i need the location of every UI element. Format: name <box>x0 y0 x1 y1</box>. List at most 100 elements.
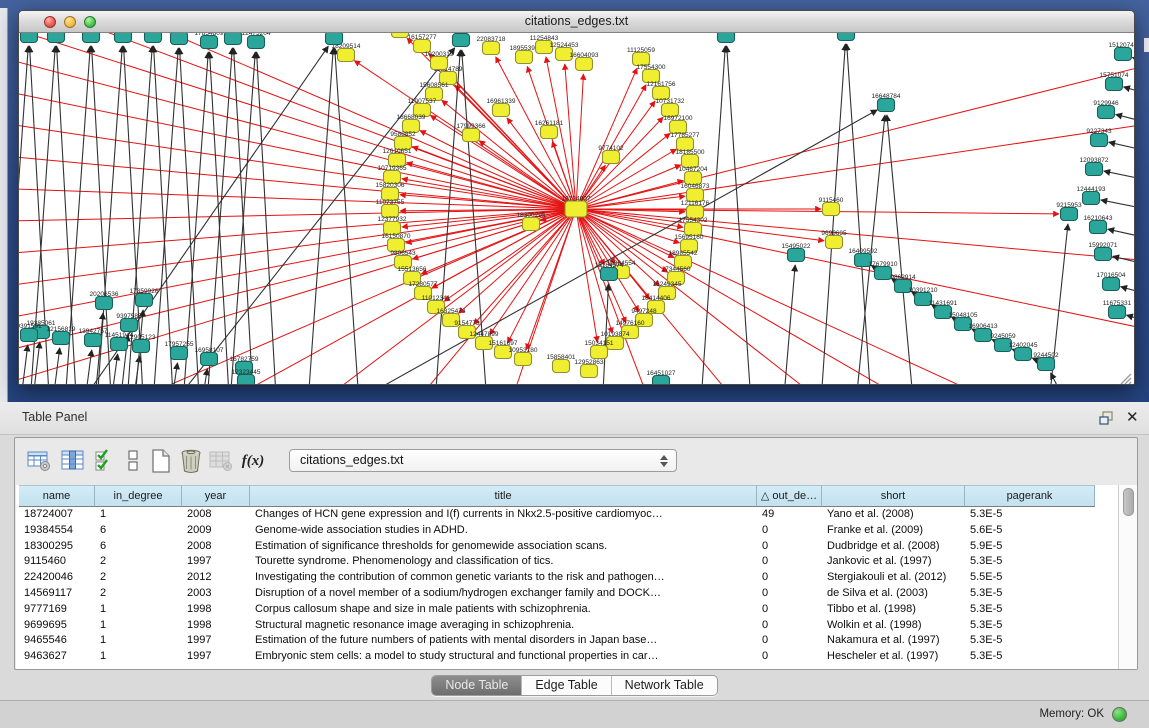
network-node[interactable]: 15751074 <box>1100 72 1129 91</box>
network-node[interactable]: 16210643 <box>1084 215 1113 234</box>
network-node[interactable]: 11125059 <box>627 47 655 66</box>
table-row[interactable]: 946554611997Estimation of the future num… <box>19 633 1095 649</box>
network-node[interactable]: 16958107 <box>195 347 224 366</box>
network-node[interactable]: 9397587 <box>116 313 142 332</box>
column-header-in_degree[interactable]: in_degree <box>95 485 182 507</box>
network-node[interactable]: 8813054 <box>833 33 859 41</box>
table-row[interactable]: 946362711997Embryonic stem cells: a mode… <box>19 649 1095 665</box>
column-header-pagerank[interactable]: pagerank <box>965 485 1095 507</box>
table-row[interactable]: 1830029562008Estimation of significance … <box>19 539 1095 555</box>
network-node-label: 9699695 <box>821 230 847 237</box>
network-node[interactable]: 12093872 <box>1080 157 1109 176</box>
network-node[interactable]: 18668039 <box>397 114 426 133</box>
network-node-label: 17999366 <box>457 123 486 130</box>
network-node[interactable]: 16604093 <box>570 52 599 71</box>
network-node[interactable]: 8540601 <box>166 33 192 45</box>
column-header-year[interactable]: year <box>182 485 250 507</box>
network-node[interactable]: 11073755 <box>376 199 405 218</box>
network-node[interactable]: 9699695 <box>821 230 847 249</box>
network-node-label: 16249345 <box>653 281 682 288</box>
network-node[interactable]: 20691406 <box>77 33 106 43</box>
tab-network-table[interactable]: Network Table <box>612 676 717 695</box>
network-node[interactable]: 18955396 <box>510 45 539 64</box>
network-node[interactable]: 12952863 <box>575 359 604 378</box>
delete-column-icon[interactable] <box>177 447 205 475</box>
table-row[interactable]: 969969511998Structural magnetic resonanc… <box>19 618 1095 634</box>
network-node[interactable]: 9115460 <box>819 197 844 216</box>
cell-name: 9699695 <box>19 618 95 634</box>
column-header-name[interactable]: name <box>19 485 95 507</box>
network-node[interactable]: 16150870 <box>382 233 411 252</box>
network-node-label: 17679910 <box>869 261 898 268</box>
float-panel-icon[interactable] <box>1098 410 1114 426</box>
network-node[interactable]: 9129946 <box>1093 100 1119 119</box>
table-row[interactable]: 977716911998Corpus callosum shape and si… <box>19 602 1095 618</box>
close-panel-icon[interactable]: ✕ <box>1126 408 1139 426</box>
network-window-titlebar[interactable]: citations_edges.txt <box>19 11 1134 33</box>
table-row[interactable]: 1938455462009Genome-wide association stu… <box>19 523 1095 539</box>
table-row[interactable]: 911546021997Tourette syndrome. Phenomeno… <box>19 554 1095 570</box>
network-node[interactable]: 15858401 <box>547 354 576 373</box>
network-node[interactable]: 22083718 <box>477 36 506 55</box>
network-node[interactable]: 8572304 <box>713 33 739 43</box>
network-node[interactable]: 12475204 <box>242 33 271 49</box>
table-row[interactable]: 2242004622012Investigating the contribut… <box>19 570 1095 586</box>
network-node[interactable]: 9227343 <box>1086 128 1112 147</box>
cell-year: 2008 <box>182 539 250 555</box>
network-node[interactable]: 16604750 <box>447 33 476 47</box>
network-node[interactable]: 16961339 <box>487 98 516 117</box>
select-all-columns-icon[interactable] <box>91 447 119 475</box>
network-node[interactable]: 9774102 <box>598 145 624 164</box>
network-node[interactable]: 12377932 <box>378 216 407 235</box>
network-node[interactable]: 12161756 <box>647 81 676 100</box>
network-node[interactable]: 15495022 <box>782 243 811 262</box>
network-node[interactable]: 20553571 <box>42 33 71 43</box>
scrollbar-thumb[interactable] <box>1123 488 1134 516</box>
network-node[interactable]: 17554302 <box>679 217 708 236</box>
unselect-all-columns-icon[interactable] <box>119 447 147 475</box>
function-builder-icon[interactable]: f(x) <box>239 447 267 475</box>
network-node[interactable]: 10719365 <box>378 165 407 184</box>
network-node-label: 11675331 <box>1103 300 1132 307</box>
network-node[interactable]: 10953180 <box>509 347 538 366</box>
resize-grip-icon[interactable] <box>1119 372 1132 385</box>
memory-status-indicator[interactable] <box>1112 707 1127 722</box>
network-node[interactable]: 9215953 <box>1056 202 1082 221</box>
network-node-label: 18724007 <box>562 196 591 203</box>
network-canvas[interactable]: 1872400712214789156085611100753718668039… <box>19 33 1134 385</box>
network-node-label: 9588852 <box>390 131 416 138</box>
table-row[interactable]: 1872400712008Changes of HCN gene express… <box>19 507 1095 523</box>
network-node[interactable]: 10731732 <box>656 98 685 117</box>
column-header-out_degree[interactable]: △ out_de… <box>757 485 822 507</box>
network-node[interactable]: 16046873 <box>681 183 710 202</box>
column-header-short[interactable]: short <box>822 485 965 507</box>
network-node[interactable]: 13942757 <box>79 328 108 347</box>
network-node[interactable]: 9244502 <box>1033 352 1059 371</box>
tab-node-table[interactable]: Node Table <box>432 676 522 695</box>
network-node[interactable]: 12323445 <box>232 369 261 385</box>
network-node[interactable]: 16972100 <box>664 115 693 134</box>
network-node[interactable]: 12156819 <box>47 326 76 345</box>
column-header-title[interactable]: title <box>250 485 757 507</box>
network-node[interactable]: 16648784 <box>872 93 901 112</box>
table-mode-icon[interactable] <box>25 447 53 475</box>
new-column-icon[interactable] <box>147 447 175 475</box>
network-node[interactable]: 15120744 <box>1109 42 1135 61</box>
table-vertical-scrollbar[interactable] <box>1118 485 1137 669</box>
network-node[interactable]: 17854809 <box>195 33 224 49</box>
network-node[interactable]: 17554300 <box>637 64 666 83</box>
network-node[interactable]: 17785277 <box>671 132 700 151</box>
tab-edge-table[interactable]: Edge Table <box>522 676 611 695</box>
network-node[interactable]: 15276097 <box>139 33 168 43</box>
table-row[interactable]: 1456911722003Disruption of a novel membe… <box>19 586 1095 602</box>
show-column-icon[interactable] <box>59 447 87 475</box>
table-selector-dropdown[interactable]: citations_edges.txt <box>289 449 677 472</box>
network-node[interactable]: 16261181 <box>535 120 564 139</box>
network-node[interactable]: 12610651 <box>383 148 412 167</box>
network-node[interactable]: 20206536 <box>90 291 119 310</box>
network-node[interactable]: 16451027 <box>647 370 676 385</box>
network-node[interactable]: 18724007 <box>562 196 591 218</box>
network-node[interactable]: 17957255 <box>165 341 194 360</box>
delete-table-icon[interactable] <box>207 447 235 475</box>
network-node[interactable]: 17016504 <box>1097 272 1126 291</box>
